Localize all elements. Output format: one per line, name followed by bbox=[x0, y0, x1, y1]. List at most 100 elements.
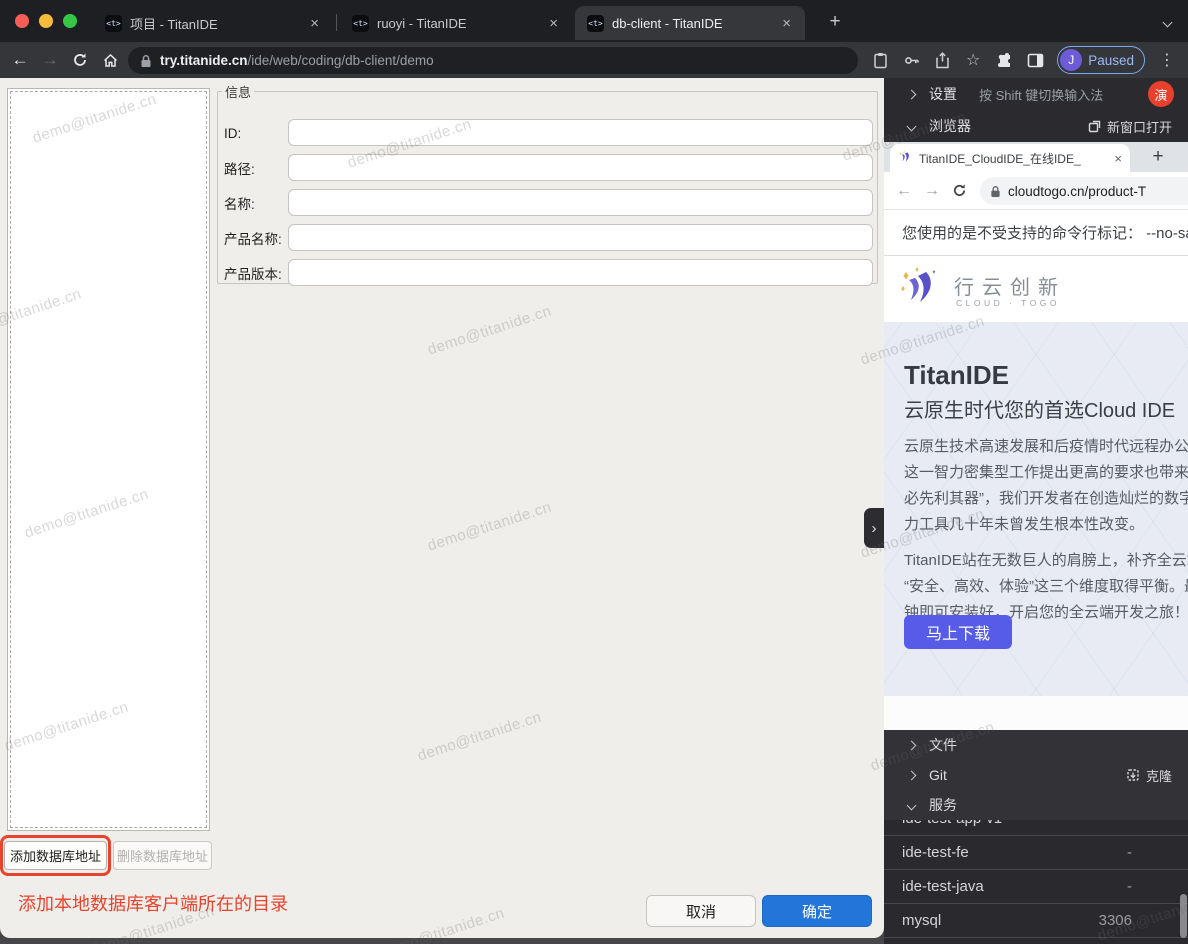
demo-badge[interactable]: 演 bbox=[1148, 81, 1174, 107]
embedded-back-button[interactable]: ← bbox=[896, 182, 912, 200]
annotation-text: 添加本地数据库客户端所在的目录 bbox=[18, 890, 288, 916]
new-tab-button[interactable]: + bbox=[822, 9, 848, 35]
panel-expand-handle[interactable]: › bbox=[864, 508, 884, 548]
git-clone-action[interactable]: 克隆 bbox=[1126, 766, 1172, 785]
address-bar[interactable]: try.titanide.cn/ide/web/coding/db-client… bbox=[128, 47, 858, 74]
path-input[interactable] bbox=[288, 154, 873, 181]
titanide-favicon-icon bbox=[352, 15, 369, 32]
home-button[interactable] bbox=[100, 50, 120, 70]
extensions-puzzle-icon[interactable] bbox=[995, 51, 1013, 69]
chevron-down-icon bbox=[907, 121, 917, 131]
embedded-browser-tab[interactable]: TitanIDE_CloudIDE_在线IDE_ × bbox=[890, 144, 1130, 172]
embedded-new-tab-button[interactable]: + bbox=[1146, 145, 1170, 169]
browser-window: 项目 - TitanIDE × ruoyi - TitanIDE × db-cl… bbox=[0, 0, 1188, 944]
minimize-window-button[interactable] bbox=[39, 14, 53, 28]
zoom-window-button[interactable] bbox=[63, 14, 77, 28]
password-key-icon[interactable] bbox=[902, 51, 920, 69]
tab-close-icon[interactable]: × bbox=[778, 14, 795, 33]
service-row[interactable]: ide-test-java - bbox=[884, 870, 1188, 904]
brand-subname: CLOUD · TOGO bbox=[956, 298, 1060, 308]
menu-kebab-icon[interactable]: ⋮ bbox=[1158, 51, 1176, 69]
browser-section-label: 浏览器 bbox=[929, 116, 971, 136]
hero-paragraph-line: 必先利其器”，我们开发者在创造灿烂的数字化 bbox=[904, 486, 1188, 512]
db-client-page: 信息 ID: 路径: 名称: 产品名称: 产品版本: 添加数据库地址 删除数据库… bbox=[0, 78, 884, 944]
chevron-down-icon bbox=[907, 800, 917, 810]
page-below-hero bbox=[884, 696, 1188, 730]
embedded-tab-close-icon[interactable]: × bbox=[1114, 151, 1122, 166]
settings-section-row[interactable]: 设置 按 Shift 键切换输入法 演 bbox=[884, 78, 1188, 110]
ide-side-panel: 设置 按 Shift 键切换输入法 演 浏览器 新窗口打开 TitanIDE_C… bbox=[884, 78, 1188, 944]
tab-close-icon[interactable]: × bbox=[306, 14, 323, 33]
settings-label: 设置 bbox=[929, 84, 957, 104]
tab-search-chevron-icon[interactable] bbox=[1164, 13, 1174, 23]
delete-database-path-button: 删除数据库地址 bbox=[113, 841, 212, 870]
cancel-button[interactable]: 取消 bbox=[646, 895, 756, 927]
hero-subtitle: 云原生时代您的首选Cloud IDE bbox=[904, 394, 1175, 423]
cloudtogo-header: 行云创新 CLOUD · TOGO bbox=[884, 256, 1188, 322]
toolbar-actions: ☆ J Paused ⋮ bbox=[871, 42, 1188, 78]
browser-section-row[interactable]: 浏览器 新窗口打开 bbox=[884, 110, 1188, 142]
hero-paragraph-line: “安全、高效、体验”这三个维度取得平衡。最 bbox=[904, 574, 1188, 600]
services-list: ide-test-app-v1 - ide-test-fe - ide-test… bbox=[884, 820, 1188, 944]
hero-title: TitanIDE bbox=[904, 360, 1009, 391]
chevron-right-icon bbox=[907, 770, 917, 780]
side-panel-icon[interactable] bbox=[1026, 51, 1044, 69]
services-section-row[interactable]: 服务 bbox=[884, 790, 1188, 820]
unsupported-flag-warning: 您使用的是不受支持的命令行标记： --no-sand bbox=[884, 210, 1188, 256]
field-label-product-version: 产品版本: bbox=[224, 263, 282, 283]
hero-paragraph-line: TitanIDE站在无数巨人的肩膀上，补齐全云端研 bbox=[904, 548, 1188, 574]
url-host: try.titanide.cn bbox=[160, 53, 248, 68]
git-section-row[interactable]: Git 克隆 bbox=[884, 760, 1188, 790]
embedded-reload-button[interactable] bbox=[952, 183, 967, 198]
tab-close-icon[interactable]: × bbox=[545, 14, 562, 33]
forward-button[interactable]: → bbox=[40, 50, 60, 70]
database-client-dialog: 信息 ID: 路径: 名称: 产品名称: 产品版本: 添加数据库地址 删除数据库… bbox=[0, 78, 884, 938]
tab-separator bbox=[336, 14, 337, 31]
tab-strip: 项目 - TitanIDE × ruoyi - TitanIDE × db-cl… bbox=[0, 0, 1188, 42]
name-input[interactable] bbox=[288, 189, 873, 216]
input-method-hint: 按 Shift 键切换输入法 bbox=[979, 85, 1103, 104]
service-row[interactable]: ide-test-fe - bbox=[884, 836, 1188, 870]
files-section-row[interactable]: 文件 bbox=[884, 730, 1188, 760]
database-path-list[interactable] bbox=[7, 88, 210, 831]
hero-paragraph-line: 力工具几十年未曾发生根本性改变。 bbox=[904, 512, 1188, 538]
info-fieldset: 信息 ID: 路径: 名称: 产品名称: 产品版本: bbox=[217, 82, 878, 284]
id-input[interactable] bbox=[288, 119, 873, 146]
add-database-path-button[interactable]: 添加数据库地址 bbox=[4, 841, 107, 870]
share-icon[interactable] bbox=[933, 51, 951, 69]
info-legend: 信息 bbox=[222, 82, 254, 101]
download-now-button[interactable]: 马上下载 bbox=[904, 615, 1012, 649]
embedded-address-bar[interactable]: cloudtogo.cn/product-T bbox=[980, 177, 1188, 205]
cloudtogo-logo-icon bbox=[898, 266, 944, 310]
macos-window-controls[interactable] bbox=[15, 14, 77, 28]
browser-tab-project[interactable]: 项目 - TitanIDE × bbox=[93, 6, 333, 40]
scrollbar-thumb[interactable] bbox=[1180, 894, 1187, 938]
services-label: 服务 bbox=[929, 795, 957, 815]
hero-paragraph-line: 云原生技术高速发展和后疫情时代远程办公等需 bbox=[904, 434, 1188, 460]
field-label-name: 名称: bbox=[224, 193, 255, 213]
product-version-input[interactable] bbox=[288, 259, 873, 286]
cloudtogo-favicon-icon bbox=[898, 151, 913, 165]
product-name-input[interactable] bbox=[288, 224, 873, 251]
browser-tab-db-client-active[interactable]: db-client - TitanIDE × bbox=[575, 6, 805, 40]
service-row[interactable]: mysql 3306 bbox=[884, 904, 1188, 938]
sync-paused-label: Paused bbox=[1088, 53, 1134, 68]
clone-icon bbox=[1126, 768, 1140, 782]
profile-paused-pill[interactable]: J Paused bbox=[1057, 46, 1145, 74]
lock-icon bbox=[990, 185, 1001, 198]
embedded-url: cloudtogo.cn/product-T bbox=[1008, 184, 1146, 199]
cloudtogo-hero: TitanIDE 云原生时代您的首选Cloud IDE 云原生技术高速发展和后疫… bbox=[884, 322, 1188, 696]
open-new-window-action[interactable]: 新窗口打开 bbox=[1088, 117, 1172, 136]
browser-tab-ruoyi[interactable]: ruoyi - TitanIDE × bbox=[340, 6, 572, 40]
confirm-button[interactable]: 确定 bbox=[762, 895, 872, 927]
back-button[interactable]: ← bbox=[10, 50, 30, 70]
url-path: /ide/web/coding/db-client/demo bbox=[248, 53, 434, 68]
clipboard-icon[interactable] bbox=[871, 51, 889, 69]
ide-sections-panel: 文件 Git 克隆 服务 ide-test-app-v1 - bbox=[884, 730, 1188, 944]
reload-button[interactable] bbox=[70, 50, 90, 70]
close-window-button[interactable] bbox=[15, 14, 29, 28]
tab-title: 项目 - TitanIDE bbox=[130, 14, 298, 33]
embedded-browser-toolbar: ← → cloudtogo.cn/product-T bbox=[884, 172, 1188, 210]
bookmark-star-icon[interactable]: ☆ bbox=[964, 51, 982, 69]
embedded-forward-button[interactable]: → bbox=[924, 182, 940, 200]
